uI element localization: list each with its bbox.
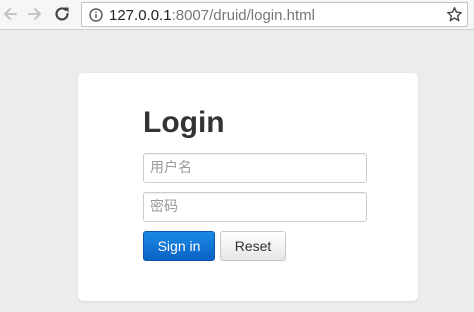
browser-toolbar: 127.0.0.1:8007/druid/login.html (0, 0, 474, 30)
url-host: 127.0.0.1 (109, 7, 172, 24)
info-icon[interactable] (89, 8, 103, 22)
username-input[interactable] (143, 153, 367, 183)
login-title: Login (143, 106, 225, 139)
forward-arrow-icon[interactable] (25, 4, 45, 24)
reset-button[interactable]: Reset (220, 231, 286, 261)
address-bar[interactable]: 127.0.0.1:8007/druid/login.html (81, 2, 468, 27)
reload-icon[interactable] (52, 4, 72, 24)
url-path: :8007/druid/login.html (171, 7, 315, 24)
password-input[interactable] (143, 192, 367, 222)
url-text: 127.0.0.1:8007/druid/login.html (109, 7, 315, 24)
sign-in-button[interactable]: Sign in (143, 231, 215, 261)
star-icon[interactable] (446, 6, 463, 23)
login-card: Login Sign in Reset (78, 73, 418, 301)
back-arrow-icon[interactable] (0, 4, 20, 24)
